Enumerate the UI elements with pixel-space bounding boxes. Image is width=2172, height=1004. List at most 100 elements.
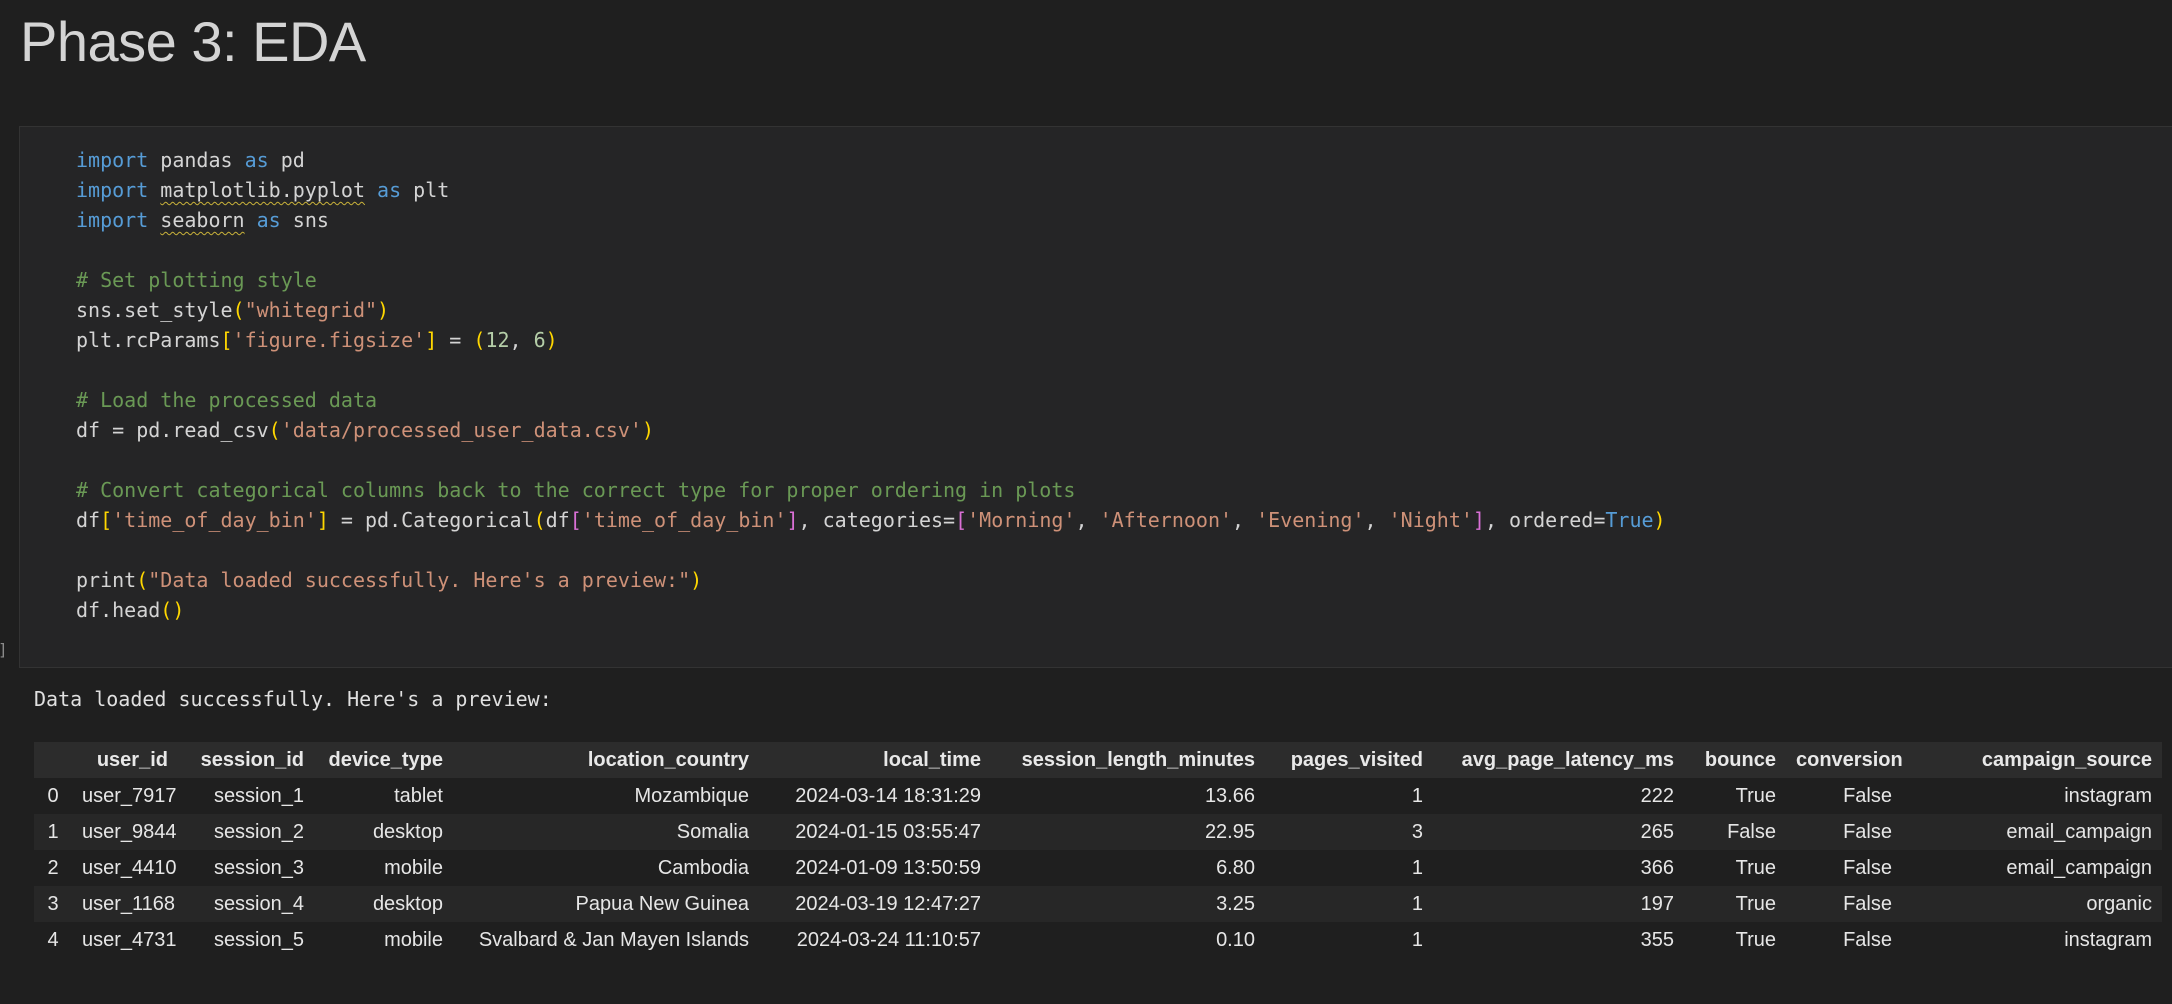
code-token: seaborn bbox=[160, 208, 245, 232]
code-token: df = pd.read_csv bbox=[76, 418, 269, 442]
table-cell: 2024-03-14 18:31:29 bbox=[759, 778, 991, 814]
code-cell[interactable]: import pandas as pd import matplotlib.pyp… bbox=[19, 126, 2172, 668]
table-cell: session_4 bbox=[178, 886, 314, 922]
code-token: pandas bbox=[148, 148, 245, 172]
table-cell: session_5 bbox=[178, 922, 314, 958]
table-cell: session_2 bbox=[178, 814, 314, 850]
table-cell: 1 bbox=[1265, 850, 1433, 886]
table-cell: False bbox=[1786, 814, 1902, 850]
code-token: ) bbox=[1653, 508, 1666, 532]
code-token: df bbox=[76, 508, 101, 532]
code-token: = pd.Categorical bbox=[328, 508, 534, 532]
code-token: import bbox=[76, 208, 149, 232]
dataframe-output-table: user_id session_id device_type location_cou… bbox=[34, 742, 2162, 958]
table-cell: user_4731 bbox=[72, 922, 178, 958]
code-token: 'Afternoon' bbox=[1099, 508, 1233, 532]
code-token: 'figure.figsize' bbox=[232, 328, 426, 352]
table-cell: desktop bbox=[314, 814, 453, 850]
table-cell: 265 bbox=[1433, 814, 1684, 850]
table-cell: email_campaign bbox=[1902, 850, 2162, 886]
table-cell: Somalia bbox=[453, 814, 759, 850]
table-cell: 197 bbox=[1433, 886, 1684, 922]
code-token: [ bbox=[955, 508, 968, 532]
table-cell: True bbox=[1684, 850, 1786, 886]
code-token: ] bbox=[1472, 508, 1485, 532]
code-token: pd bbox=[268, 148, 305, 172]
code-token: 'time_of_day_bin' bbox=[581, 508, 787, 532]
code-token: import bbox=[76, 178, 149, 202]
table-row: 2 user_4410 session_3 mobile Cambodia 2024-01… bbox=[34, 850, 2162, 886]
table-header-row: user_id session_id device_type location_cou… bbox=[34, 742, 2162, 778]
table-cell: Mozambique bbox=[453, 778, 759, 814]
column-header: pages_visited bbox=[1265, 742, 1433, 778]
column-header: session_length_minutes bbox=[991, 742, 1265, 778]
row-index: 3 bbox=[34, 886, 72, 922]
code-line: # Set plotting style bbox=[76, 265, 1666, 295]
table-cell: 3 bbox=[1265, 814, 1433, 850]
code-token: [ bbox=[569, 508, 582, 532]
code-line: import seaborn as sns bbox=[76, 205, 1666, 235]
code-token: ( bbox=[533, 508, 546, 532]
code-token: sns.set_style bbox=[76, 298, 233, 322]
table-cell: False bbox=[1684, 814, 1786, 850]
code-token: as bbox=[244, 148, 269, 172]
code-token: 'data/processed_user_data.csv' bbox=[280, 418, 642, 442]
code-token: 'Night' bbox=[1388, 508, 1473, 532]
table-cell: True bbox=[1684, 922, 1786, 958]
table-cell: Cambodia bbox=[453, 850, 759, 886]
index-header bbox=[34, 742, 72, 778]
column-header: device_type bbox=[314, 742, 453, 778]
table-cell: organic bbox=[1902, 886, 2162, 922]
table-cell: 2024-01-09 13:50:59 bbox=[759, 850, 991, 886]
table-row: 1 user_9844 session_2 desktop Somalia 2024-01… bbox=[34, 814, 2162, 850]
code-token: = bbox=[437, 328, 474, 352]
table-cell: tablet bbox=[314, 778, 453, 814]
table-cell: 2024-03-24 11:10:57 bbox=[759, 922, 991, 958]
code-line: import pandas as pd bbox=[76, 145, 1666, 175]
code-token: () bbox=[160, 598, 185, 622]
table-row: 4 user_4731 session_5 mobile Svalbard & Jan … bbox=[34, 922, 2162, 958]
code-token: "whitegrid" bbox=[244, 298, 378, 322]
table-cell: user_1168 bbox=[72, 886, 178, 922]
table-cell: 1 bbox=[1265, 778, 1433, 814]
table-cell: Papua New Guinea bbox=[453, 886, 759, 922]
code-token: 'Evening' bbox=[1256, 508, 1365, 532]
code-token: import bbox=[76, 148, 149, 172]
code-token: , bbox=[1364, 508, 1389, 532]
table-cell: 2024-01-15 03:55:47 bbox=[759, 814, 991, 850]
code-token: # Convert categorical columns back to th… bbox=[76, 478, 1076, 502]
table-cell: True bbox=[1684, 886, 1786, 922]
table-cell: instagram bbox=[1902, 778, 2162, 814]
code-token: df bbox=[545, 508, 570, 532]
code-token: , bbox=[509, 328, 534, 352]
column-header: bounce bbox=[1684, 742, 1786, 778]
code-line: plt.rcParams['figure.figsize'] = (12, 6) bbox=[76, 325, 1666, 355]
table-cell: mobile bbox=[314, 922, 453, 958]
column-header: campaign_source bbox=[1902, 742, 2162, 778]
code-line: # Convert categorical columns back to th… bbox=[76, 475, 1666, 505]
table-cell: 13.66 bbox=[991, 778, 1265, 814]
code-token: , bbox=[1232, 508, 1257, 532]
table-cell: 22.95 bbox=[991, 814, 1265, 850]
code-token: ) bbox=[641, 418, 654, 442]
code-token: ) bbox=[377, 298, 390, 322]
code-token: as bbox=[256, 208, 281, 232]
table-cell: 1 bbox=[1265, 886, 1433, 922]
code-editor[interactable]: import pandas as pd import matplotlib.pyp… bbox=[76, 145, 1666, 625]
table-cell: 366 bbox=[1433, 850, 1684, 886]
column-header: conversion bbox=[1786, 742, 1902, 778]
code-line: sns.set_style("whitegrid") bbox=[76, 295, 1666, 325]
code-token: , ordered= bbox=[1484, 508, 1606, 532]
code-token: 6 bbox=[533, 328, 546, 352]
table-cell: False bbox=[1786, 778, 1902, 814]
code-line: print("Data loaded successfully. Here's … bbox=[76, 565, 1666, 595]
table-cell: 2024-03-19 12:47:27 bbox=[759, 886, 991, 922]
table-cell: user_7917 bbox=[72, 778, 178, 814]
code-token: ) bbox=[545, 328, 558, 352]
code-token: # Load the processed data bbox=[76, 388, 378, 412]
